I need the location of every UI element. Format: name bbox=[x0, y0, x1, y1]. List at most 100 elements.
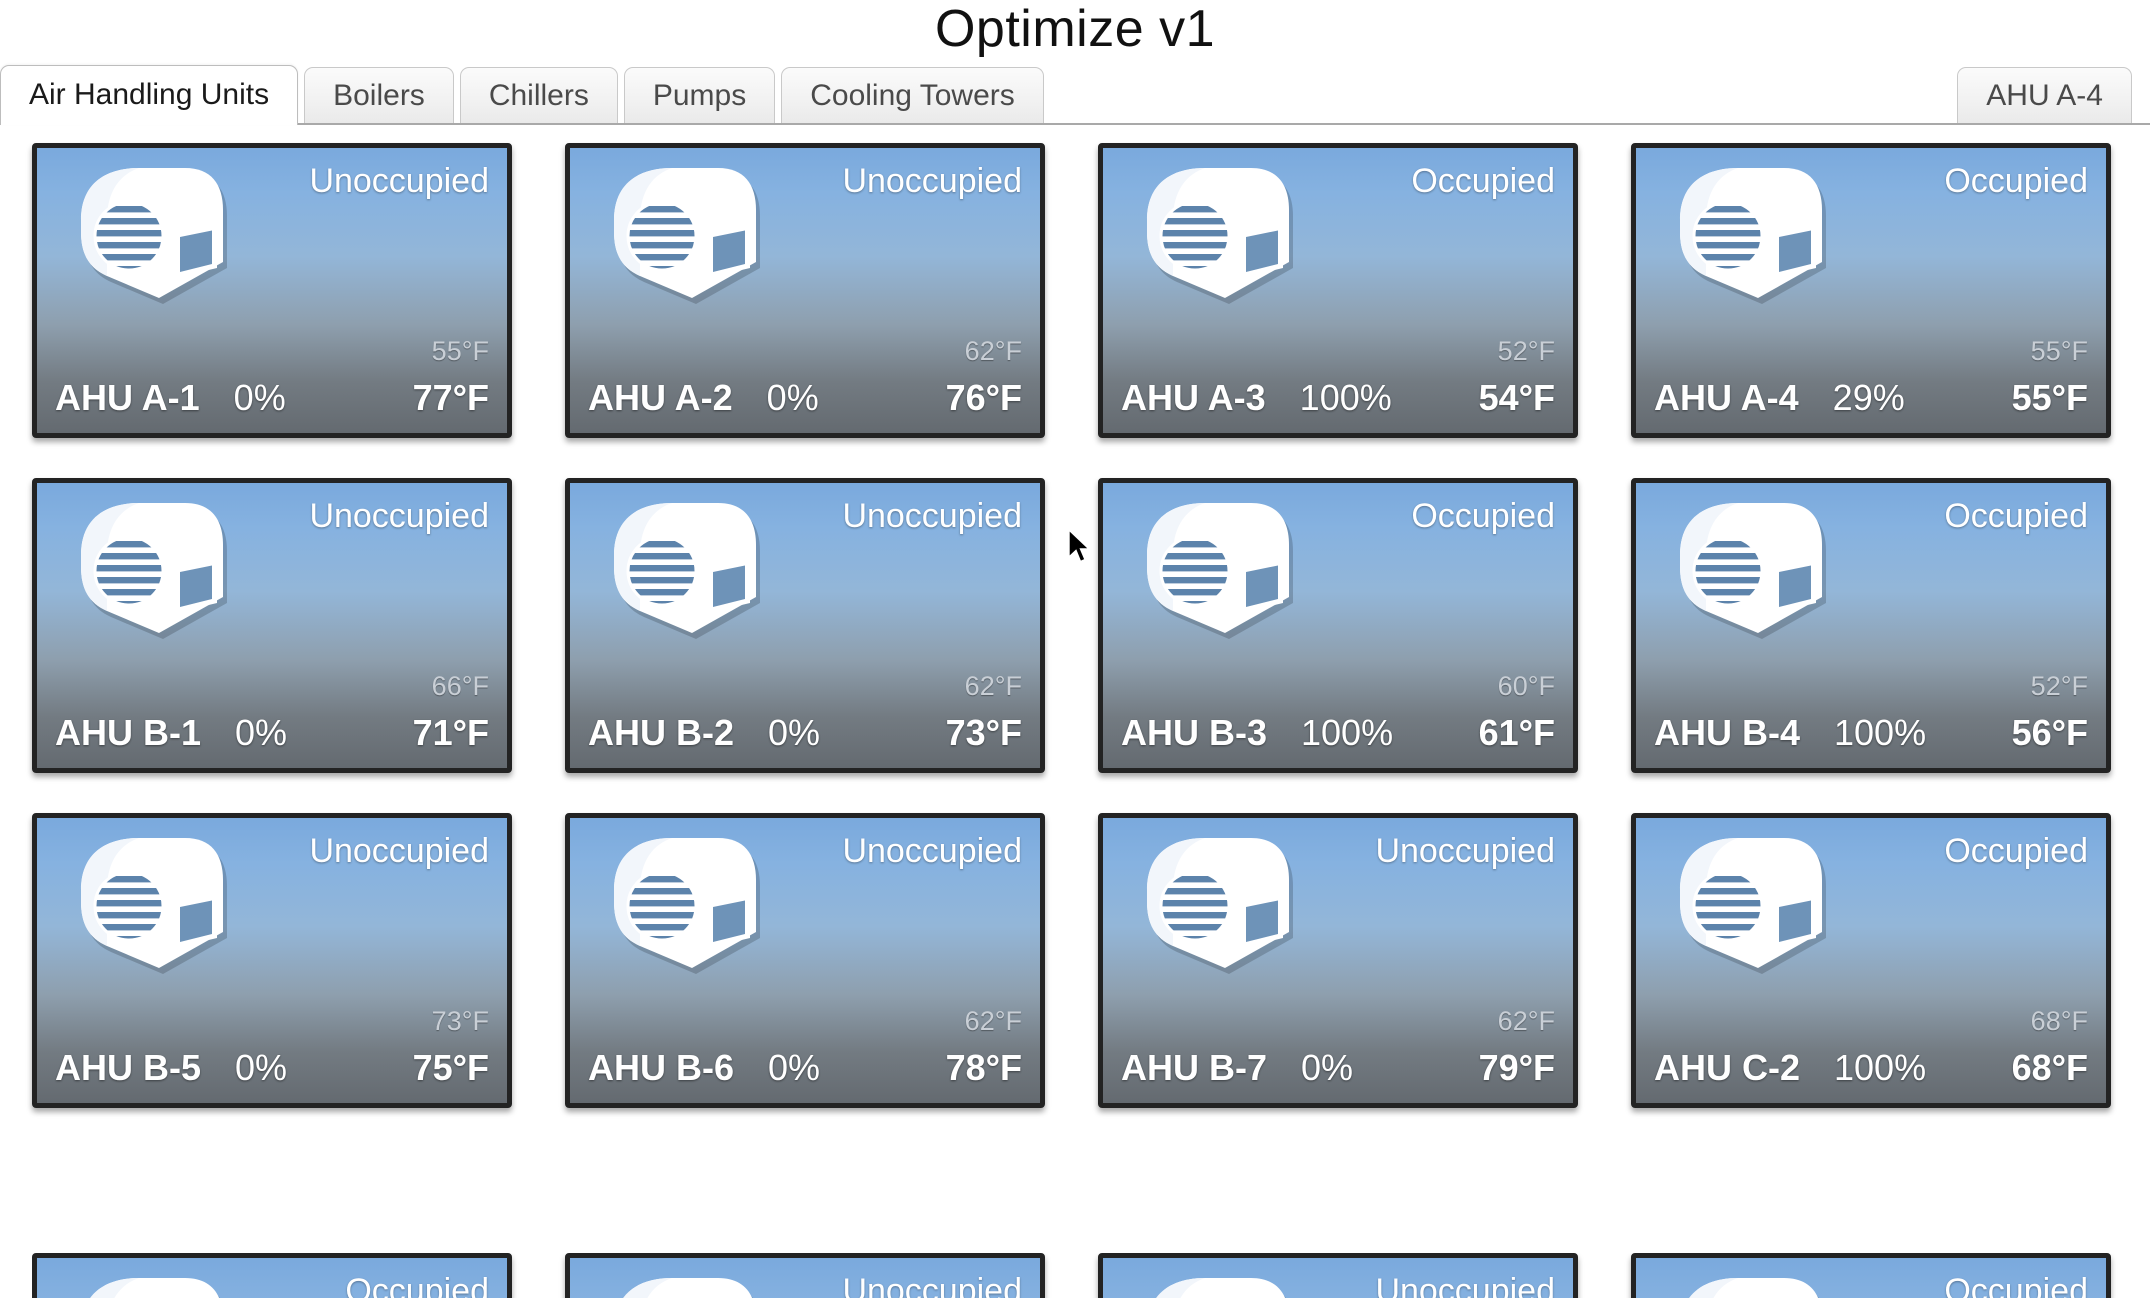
ahu-card-body: Occupied 60°F AHU B-3 100% 61°F bbox=[1103, 483, 1573, 768]
air-handling-unit-icon bbox=[1689, 1278, 1819, 1298]
tab-air-handling-units[interactable]: Air Handling Units bbox=[0, 64, 299, 125]
damper-percent: 100% bbox=[1834, 711, 1927, 753]
status-badge: Occupied bbox=[1411, 496, 1555, 535]
tab-bar: Air Handling Units Boilers Chillers Pump… bbox=[0, 63, 2150, 125]
ahu-card[interactable]: Unoccupied 62°F AHU A-2 0% 76°F bbox=[565, 142, 1045, 438]
damper-percent: 0% bbox=[233, 376, 286, 418]
ahu-card[interactable]: Occupied bbox=[1631, 1253, 2111, 1298]
status-badge: Occupied bbox=[1944, 831, 2088, 870]
air-handling-unit-icon bbox=[47, 493, 267, 668]
damper-percent: 0% bbox=[766, 376, 819, 418]
ahu-card-footer: AHU A-1 0% 77°F bbox=[55, 373, 489, 423]
ahu-card[interactable]: Unoccupied bbox=[565, 1253, 1045, 1298]
ahu-card[interactable]: Unoccupied 66°F AHU B-1 0% 71°F bbox=[32, 477, 512, 773]
tab-label: Cooling Towers bbox=[810, 78, 1015, 112]
tab-boilers[interactable]: Boilers bbox=[304, 66, 454, 123]
air-handling-unit-icon bbox=[1680, 837, 1826, 974]
current-temperature: 55°F bbox=[2011, 376, 2088, 418]
damper-percent: 100% bbox=[1299, 376, 1392, 418]
air-handling-unit-icon bbox=[1646, 493, 1866, 668]
unit-name: AHU A-2 bbox=[588, 376, 733, 418]
tab-pumps[interactable]: Pumps bbox=[623, 66, 776, 123]
ahu-card[interactable]: Occupied 52°F AHU A-3 100% 54°F bbox=[1098, 142, 1578, 438]
air-handling-unit-icon bbox=[580, 158, 800, 333]
setpoint-temperature: 52°F bbox=[2030, 670, 2088, 701]
ahu-card-footer: AHU B-5 0% 75°F bbox=[55, 1043, 489, 1093]
ahu-card-footer: AHU B-7 0% 79°F bbox=[1121, 1043, 1555, 1093]
tab-group-primary: Air Handling Units Boilers Chillers Pump… bbox=[0, 64, 1957, 125]
unit-name: AHU C-2 bbox=[1654, 1046, 1801, 1088]
tab-cooling-towers[interactable]: Cooling Towers bbox=[781, 66, 1044, 123]
tab-chillers[interactable]: Chillers bbox=[459, 66, 618, 123]
ahu-card[interactable]: Unoccupied 62°F AHU B-7 0% 79°F bbox=[1098, 812, 1578, 1108]
air-handling-unit-icon bbox=[1113, 828, 1333, 1003]
air-handling-unit-icon bbox=[81, 502, 227, 639]
tab-label: Boilers bbox=[333, 78, 425, 112]
ahu-card[interactable]: Unoccupied 55°F AHU A-1 0% 77°F bbox=[32, 142, 512, 438]
ahu-card[interactable]: Occupied bbox=[32, 1253, 512, 1298]
unit-name: AHU A-4 bbox=[1654, 376, 1799, 418]
air-handling-unit-icon bbox=[1646, 828, 1866, 1003]
ahu-card[interactable]: Unoccupied 73°F AHU B-5 0% 75°F bbox=[32, 812, 512, 1108]
ahu-card-footer: AHU B-6 0% 78°F bbox=[588, 1043, 1022, 1093]
ahu-card-body: Unoccupied 62°F AHU B-2 0% 73°F bbox=[570, 483, 1040, 768]
tab-group-detail: AHU A-4 bbox=[1957, 66, 2150, 123]
setpoint-temperature: 55°F bbox=[431, 335, 489, 366]
status-badge: Unoccupied bbox=[842, 496, 1022, 535]
air-handling-unit-icon bbox=[47, 1268, 267, 1298]
status-badge: Unoccupied bbox=[842, 161, 1022, 200]
air-handling-unit-icon bbox=[614, 837, 760, 974]
status-badge: Unoccupied bbox=[309, 831, 489, 870]
status-badge: Unoccupied bbox=[309, 161, 489, 200]
current-temperature: 75°F bbox=[412, 1046, 489, 1088]
setpoint-temperature: 62°F bbox=[964, 670, 1022, 701]
setpoint-temperature: 73°F bbox=[431, 1005, 489, 1036]
air-handling-unit-icon bbox=[47, 158, 267, 333]
unit-name: AHU B-7 bbox=[1121, 1046, 1268, 1088]
tab-ahu-a-4[interactable]: AHU A-4 bbox=[1957, 66, 2132, 123]
air-handling-unit-icon bbox=[1147, 502, 1293, 639]
status-badge: Unoccupied bbox=[1375, 1272, 1555, 1298]
air-handling-unit-icon bbox=[580, 1268, 800, 1298]
current-temperature: 54°F bbox=[1478, 376, 1555, 418]
ahu-card-footer: AHU B-3 100% 61°F bbox=[1121, 708, 1555, 758]
unit-name: AHU A-1 bbox=[55, 376, 200, 418]
air-handling-unit-icon bbox=[1147, 167, 1293, 304]
ahu-card[interactable]: Occupied 52°F AHU B-4 100% 56°F bbox=[1631, 477, 2111, 773]
air-handling-unit-icon bbox=[90, 1278, 220, 1298]
air-handling-unit-icon bbox=[1680, 167, 1826, 304]
ahu-card-body: Unoccupied 73°F AHU B-5 0% 75°F bbox=[37, 818, 507, 1103]
ahu-card[interactable]: Unoccupied 62°F AHU B-2 0% 73°F bbox=[565, 477, 1045, 773]
ahu-card[interactable]: Unoccupied bbox=[1098, 1253, 1578, 1298]
ahu-card-footer: AHU A-4 29% 55°F bbox=[1654, 373, 2088, 423]
status-badge: Unoccupied bbox=[842, 831, 1022, 870]
setpoint-temperature: 66°F bbox=[431, 670, 489, 701]
tab-label: Chillers bbox=[488, 78, 589, 112]
ahu-card-body: Occupied 52°F AHU A-3 100% 54°F bbox=[1103, 148, 1573, 433]
status-badge: Occupied bbox=[1944, 1272, 2088, 1298]
ahu-card[interactable]: Occupied 68°F AHU C-2 100% 68°F bbox=[1631, 812, 2111, 1108]
ahu-card[interactable]: Occupied 60°F AHU B-3 100% 61°F bbox=[1098, 477, 1578, 773]
ahu-card-body: Unoccupied 62°F AHU B-6 0% 78°F bbox=[570, 818, 1040, 1103]
air-handling-unit-icon bbox=[580, 828, 800, 1003]
air-handling-unit-icon bbox=[1113, 1268, 1333, 1298]
unit-name: AHU B-4 bbox=[1654, 711, 1801, 753]
ahu-card[interactable]: Unoccupied 62°F AHU B-6 0% 78°F bbox=[565, 812, 1045, 1108]
ahu-card-body: Unoccupied 55°F AHU A-1 0% 77°F bbox=[37, 148, 507, 433]
setpoint-temperature: 62°F bbox=[1497, 1005, 1555, 1036]
air-handling-unit-icon bbox=[614, 167, 760, 304]
unit-name: AHU B-3 bbox=[1121, 711, 1268, 753]
unit-name: AHU B-1 bbox=[55, 711, 202, 753]
air-handling-unit-icon bbox=[81, 167, 227, 304]
damper-percent: 100% bbox=[1301, 711, 1394, 753]
ahu-card[interactable]: Occupied 55°F AHU A-4 29% 55°F bbox=[1631, 142, 2111, 438]
status-badge: Unoccupied bbox=[842, 1272, 1022, 1298]
ahu-card-body: Unoccupied 66°F AHU B-1 0% 71°F bbox=[37, 483, 507, 768]
current-temperature: 78°F bbox=[945, 1046, 1022, 1088]
damper-percent: 0% bbox=[1301, 1046, 1354, 1088]
ahu-card-body: Unoccupied 62°F AHU B-7 0% 79°F bbox=[1103, 818, 1573, 1103]
setpoint-temperature: 62°F bbox=[964, 1005, 1022, 1036]
unit-name: AHU B-2 bbox=[588, 711, 735, 753]
damper-percent: 0% bbox=[768, 1046, 821, 1088]
ahu-card-body: Unoccupied 62°F AHU A-2 0% 76°F bbox=[570, 148, 1040, 433]
